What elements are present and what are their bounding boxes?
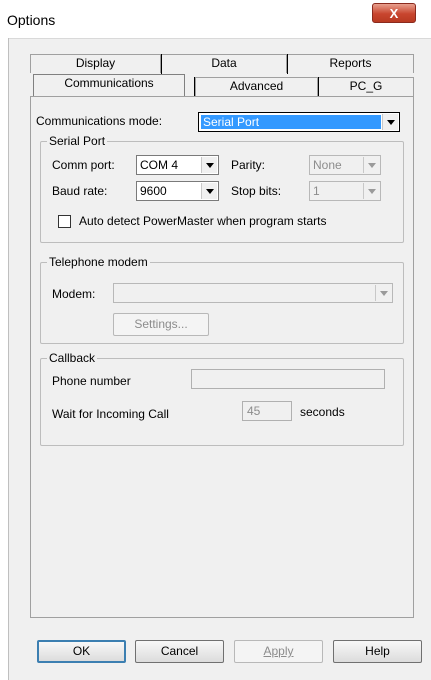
tab-reports-label: Reports <box>329 56 372 70</box>
callback-group: Callback Phone number Wait for Incoming … <box>40 351 404 446</box>
stop-bits-label: Stop bits: <box>231 184 282 198</box>
seconds-label: seconds <box>300 405 345 419</box>
chevron-down-icon[interactable] <box>382 114 398 130</box>
apply-label: Apply <box>263 644 294 658</box>
modem-settings-button[interactable]: Settings... <box>113 313 209 336</box>
phone-number-field[interactable] <box>191 369 385 389</box>
auto-detect-checkbox[interactable] <box>58 215 71 228</box>
tab-pc-g[interactable]: PC_G <box>318 77 414 96</box>
telephone-modem-group: Telephone modem Modem: Settings... <box>40 255 404 344</box>
serial-port-title: Serial Port <box>47 134 108 148</box>
close-icon: X <box>389 6 399 21</box>
stop-bits-value: 1 <box>313 184 320 198</box>
tab-separator <box>318 77 319 96</box>
tab-data-label: Data <box>211 56 237 70</box>
chevron-down-icon[interactable] <box>375 285 391 301</box>
help-button[interactable]: Help <box>333 640 422 663</box>
wait-incoming-call-label: Wait for Incoming Call <box>52 407 169 421</box>
window-frame-left <box>0 38 8 680</box>
wait-seconds-field[interactable]: 45 <box>242 401 292 421</box>
ok-label: OK <box>72 644 91 658</box>
tab-communications[interactable]: Communications <box>33 74 185 96</box>
comm-port-label: Comm port: <box>52 158 115 172</box>
tab-reports[interactable]: Reports <box>287 54 414 73</box>
comm-mode-value: Serial Port <box>201 115 381 129</box>
chevron-down-icon[interactable] <box>201 183 217 199</box>
ok-button[interactable]: OK <box>37 640 126 663</box>
chevron-down-icon[interactable] <box>363 157 379 173</box>
tab-communications-label: Communications <box>64 76 154 90</box>
window-title: Options <box>7 12 56 28</box>
title-bar: Options X <box>0 0 431 39</box>
baud-rate-value: 9600 <box>140 184 167 198</box>
parity-value: None <box>313 158 342 172</box>
comm-mode-select[interactable]: Serial Port <box>198 112 400 132</box>
chevron-down-icon[interactable] <box>201 157 217 173</box>
tab-panel-communications: Communications mode: Serial Port Serial … <box>30 96 414 618</box>
tab-display[interactable]: Display <box>30 54 161 73</box>
tab-advanced-label: Advanced <box>229 79 284 93</box>
options-dialog: Options X Display Data Reports Communica… <box>0 0 431 680</box>
callback-title: Callback <box>47 351 98 365</box>
serial-port-group: Serial Port Comm port: COM 4 Parity: Non… <box>40 134 404 243</box>
stop-bits-select[interactable]: 1 <box>309 181 381 201</box>
help-label: Help <box>365 644 390 658</box>
baud-rate-label: Baud rate: <box>52 184 108 198</box>
tab-separator <box>194 77 195 96</box>
cancel-label: Cancel <box>160 644 199 658</box>
window-frame-line <box>8 38 9 680</box>
phone-number-label: Phone number <box>52 374 131 388</box>
apply-button[interactable]: Apply <box>234 640 323 663</box>
comm-mode-label: Communications mode: <box>36 114 163 128</box>
telephone-modem-title: Telephone modem <box>47 255 150 269</box>
tab-separator <box>287 54 288 74</box>
close-button[interactable]: X <box>372 3 416 23</box>
modem-label: Modem: <box>52 287 96 301</box>
tab-display-label: Display <box>75 56 116 70</box>
wait-seconds-value: 45 <box>247 404 261 418</box>
parity-label: Parity: <box>231 158 266 172</box>
baud-rate-select[interactable]: 9600 <box>136 181 219 201</box>
comm-port-value: COM 4 <box>140 158 179 172</box>
tab-data[interactable]: Data <box>161 54 287 73</box>
tab-separator <box>161 54 162 74</box>
tab-advanced[interactable]: Advanced <box>195 77 318 96</box>
comm-port-select[interactable]: COM 4 <box>136 155 219 175</box>
chevron-down-icon[interactable] <box>363 183 379 199</box>
cancel-button[interactable]: Cancel <box>135 640 224 663</box>
modem-settings-label: Settings... <box>134 317 188 331</box>
auto-detect-label: Auto detect PowerMaster when program sta… <box>79 214 327 228</box>
tab-pc-g-label: PC_G <box>349 79 383 93</box>
parity-select[interactable]: None <box>309 155 381 175</box>
modem-select[interactable] <box>113 283 393 303</box>
